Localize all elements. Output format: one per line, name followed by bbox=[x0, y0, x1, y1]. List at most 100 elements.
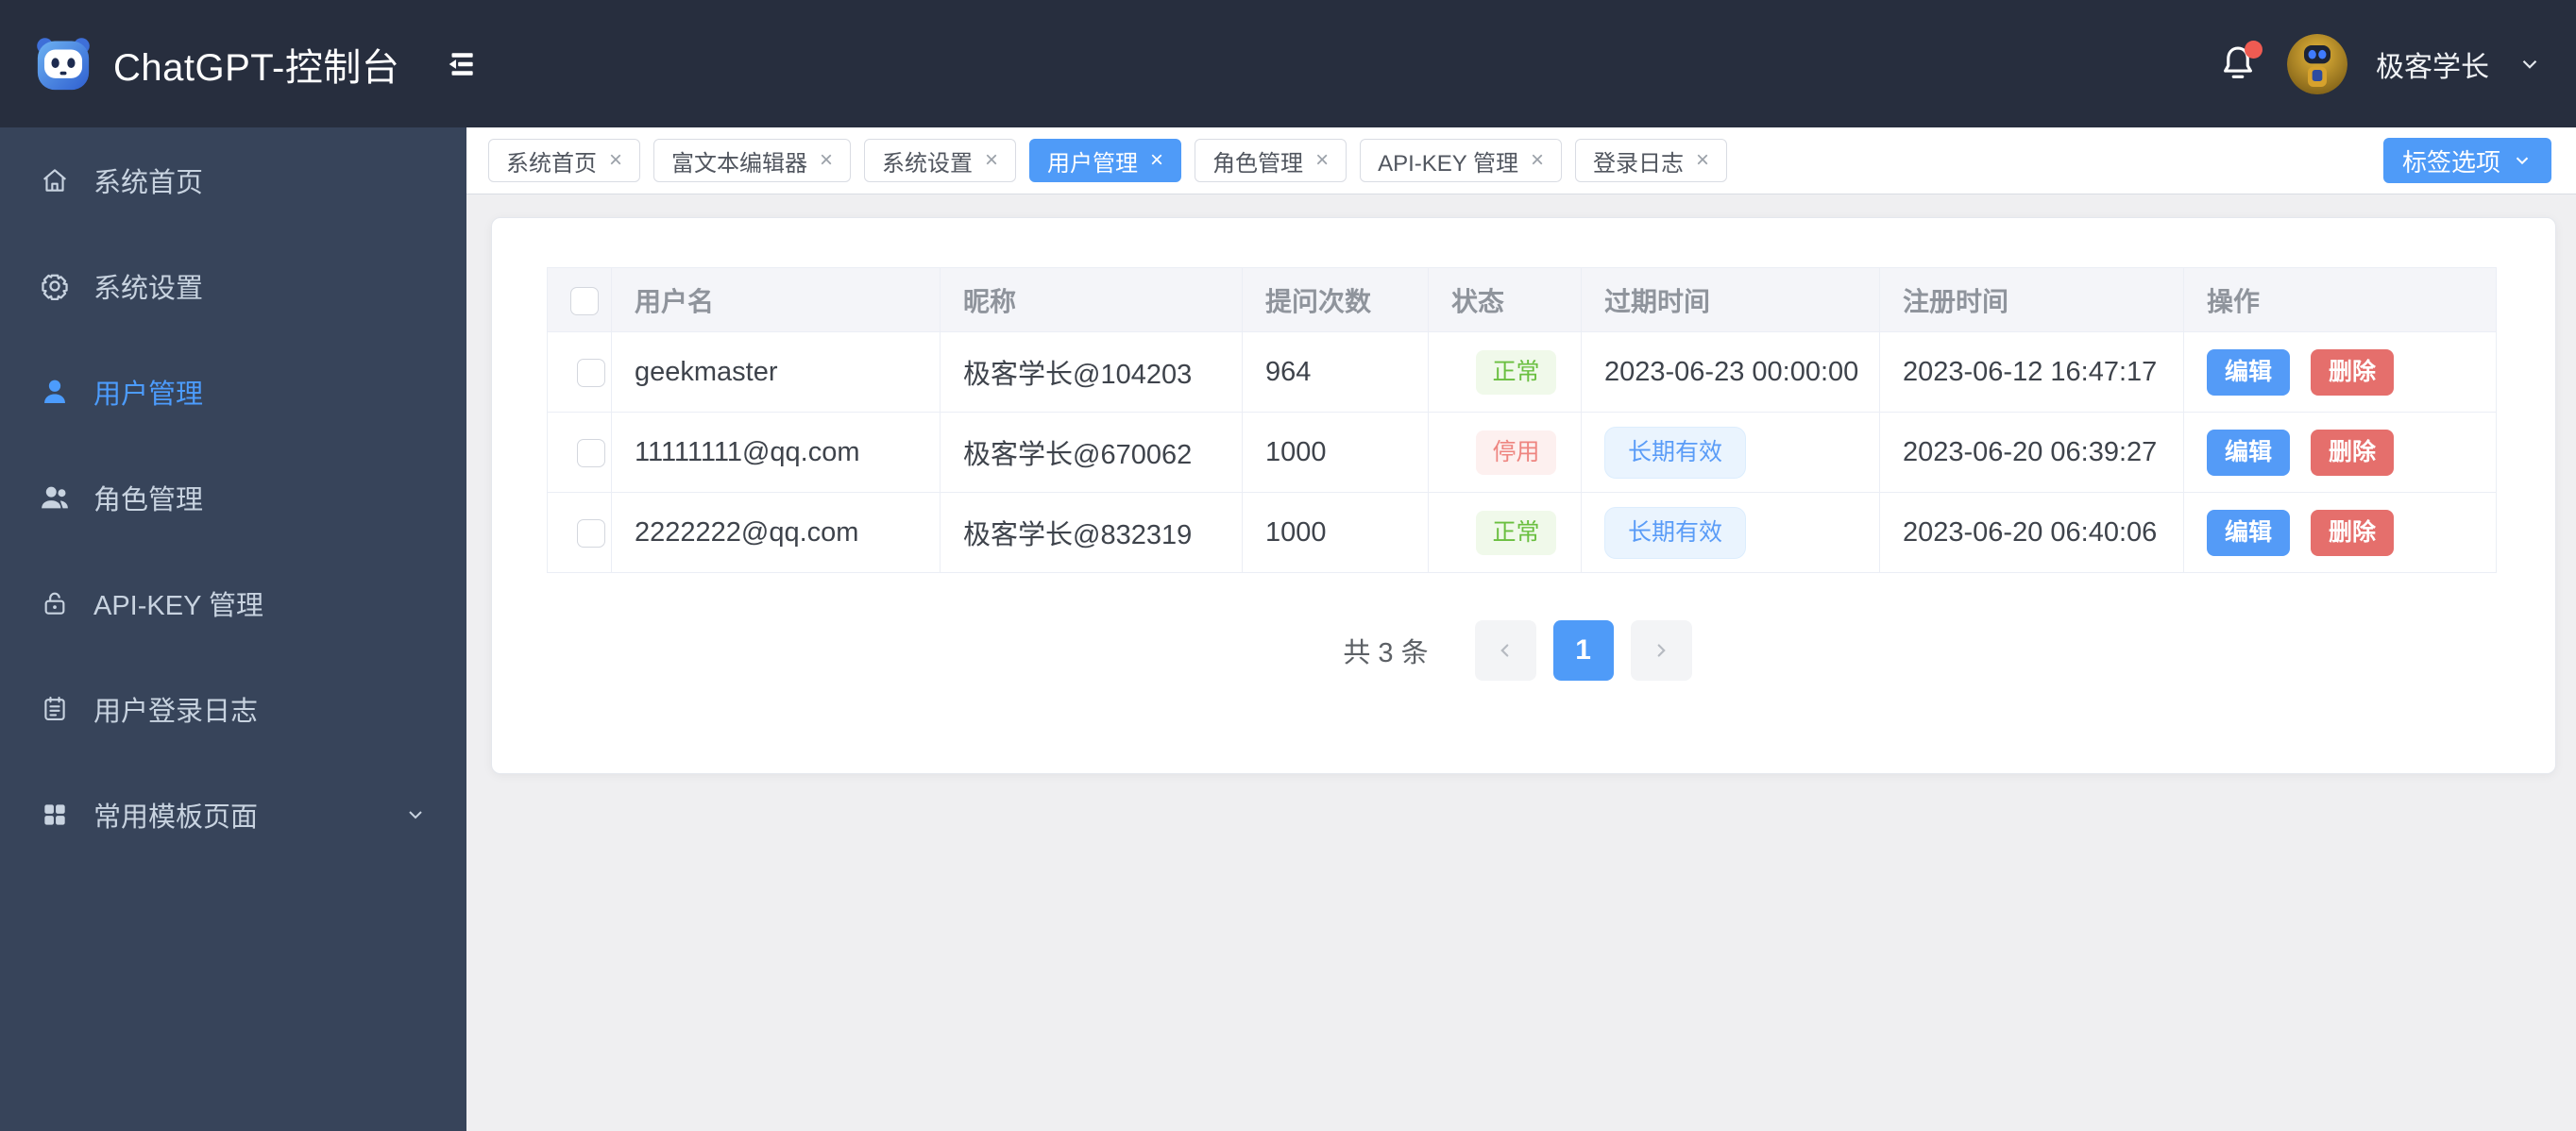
tab-label: 角色管理 bbox=[1212, 150, 1304, 177]
table-row: 2222222@qq.com 极客学长@832319 1000 正常 长期有效 … bbox=[547, 492, 2497, 573]
tab-label: 登录日志 bbox=[1593, 150, 1685, 177]
cell-registered: 2023-06-20 06:39:27 bbox=[1879, 412, 2184, 493]
tag-options-button[interactable]: 标签选项 bbox=[2382, 138, 2551, 183]
cell-nickname: 极客学长@104203 bbox=[940, 331, 1243, 413]
sidebar-item-apikey[interactable]: API-KEY 管理 bbox=[0, 550, 466, 656]
col-header-username: 用户名 bbox=[611, 267, 941, 332]
row-checkbox[interactable] bbox=[576, 358, 605, 387]
pagination-total: 共 3 条 bbox=[1343, 638, 1429, 668]
user-menu-chevron-down-icon[interactable] bbox=[2517, 52, 2542, 76]
chevron-down-icon bbox=[409, 811, 422, 819]
close-icon[interactable]: × bbox=[820, 149, 833, 172]
pagination: 共 3 条 1 bbox=[547, 620, 2497, 681]
delete-button[interactable]: 删除 bbox=[2311, 348, 2395, 396]
tab-label: 富文本编辑器 bbox=[671, 150, 808, 177]
cell-count: 1000 bbox=[1242, 412, 1429, 493]
cell-username: 2222222@qq.com bbox=[611, 492, 941, 573]
sidebar-item-label: 用户登录日志 bbox=[93, 697, 259, 727]
close-icon[interactable]: × bbox=[985, 149, 998, 172]
sidebar-item-label: API-KEY 管理 bbox=[93, 591, 263, 621]
close-icon[interactable]: × bbox=[1696, 149, 1709, 172]
topbar: ChatGPT-控制台 极客学长 bbox=[0, 0, 2576, 127]
tab-apikey-management[interactable]: API-KEY 管理 × bbox=[1360, 139, 1563, 182]
chevron-right-icon bbox=[1657, 644, 1666, 657]
main-content: 用户名 昵称 提问次数 状态 过期时间 注册时间 操作 geekmaster 极… bbox=[466, 194, 2576, 1131]
user-table: 用户名 昵称 提问次数 状态 过期时间 注册时间 操作 geekmaster 极… bbox=[547, 267, 2497, 573]
col-header-status: 状态 bbox=[1428, 267, 1582, 332]
tab-user-management[interactable]: 用户管理 × bbox=[1029, 139, 1182, 182]
col-header-expiry: 过期时间 bbox=[1581, 267, 1880, 332]
table-row: geekmaster 极客学长@104203 964 正常 2023-06-23… bbox=[547, 331, 2497, 413]
row-checkbox[interactable] bbox=[576, 518, 605, 548]
col-header-nickname: 昵称 bbox=[940, 267, 1243, 332]
sidebar-item-label: 用户管理 bbox=[93, 380, 204, 410]
next-page-button[interactable] bbox=[1630, 620, 1692, 681]
chevron-left-icon bbox=[1500, 644, 1509, 657]
row-checkbox[interactable] bbox=[576, 438, 605, 467]
grid-icon bbox=[44, 804, 65, 825]
sidebar-collapse-icon[interactable] bbox=[443, 48, 479, 80]
sidebar-item-templates[interactable]: 常用模板页面 bbox=[0, 762, 466, 868]
sidebar-item-label: 系统首页 bbox=[93, 168, 204, 198]
edit-button[interactable]: 编辑 bbox=[2207, 348, 2291, 396]
table-header-row: 用户名 昵称 提问次数 状态 过期时间 注册时间 操作 bbox=[547, 267, 2497, 332]
col-header-count: 提问次数 bbox=[1242, 267, 1429, 332]
notification-dot bbox=[2245, 40, 2262, 59]
tab-richtext-editor[interactable]: 富文本编辑器 × bbox=[653, 139, 852, 182]
tab-role-management[interactable]: 角色管理 × bbox=[1195, 139, 1347, 182]
close-icon[interactable]: × bbox=[1531, 149, 1544, 172]
tab-login-log[interactable]: 登录日志 × bbox=[1575, 139, 1728, 182]
notification-bell-icon[interactable] bbox=[2217, 40, 2262, 86]
close-icon[interactable]: × bbox=[1150, 149, 1163, 172]
cell-nickname: 极客学长@832319 bbox=[940, 492, 1243, 573]
edit-button[interactable]: 编辑 bbox=[2207, 429, 2291, 476]
status-badge: 停用 bbox=[1476, 430, 1556, 475]
table-row: 11111111@qq.com 极客学长@670062 1000 停用 长期有效… bbox=[547, 412, 2497, 493]
delete-button[interactable]: 删除 bbox=[2311, 509, 2395, 556]
sidebar: 系统首页 系统设置 用户管理 角色管理 API-KEY 管理 用户登录日志 常用… bbox=[0, 127, 466, 1131]
sidebar-item-roles[interactable]: 角色管理 bbox=[0, 445, 466, 550]
col-header-actions: 操作 bbox=[2183, 267, 2497, 332]
cell-username: 11111111@qq.com bbox=[611, 412, 941, 493]
delete-button[interactable]: 删除 bbox=[2311, 429, 2395, 476]
app-window: ChatGPT-控制台 极客学长 系统首页 系统设置 用户管理 角色管理 API… bbox=[0, 0, 2576, 1131]
tab-label: 系统设置 bbox=[882, 150, 974, 177]
cell-nickname: 极客学长@670062 bbox=[940, 412, 1243, 493]
tag-options-label: 标签选项 bbox=[2401, 147, 2500, 177]
tab-label: API-KEY 管理 bbox=[1378, 150, 1519, 177]
tabbar: 系统首页 × 富文本编辑器 × 系统设置 × 用户管理 × 角色管理 × API-KEY … bbox=[466, 127, 2576, 194]
close-icon[interactable]: × bbox=[1315, 149, 1329, 172]
gear-icon bbox=[42, 274, 68, 300]
tab-home[interactable]: 系统首页 × bbox=[488, 139, 641, 182]
sidebar-item-users[interactable]: 用户管理 bbox=[0, 339, 466, 445]
sidebar-item-label: 常用模板页面 bbox=[93, 802, 259, 833]
cell-registered: 2023-06-20 06:40:06 bbox=[1879, 492, 2184, 573]
sidebar-item-label: 角色管理 bbox=[93, 485, 204, 515]
cell-username: geekmaster bbox=[611, 331, 941, 413]
home-icon bbox=[42, 169, 67, 192]
tab-settings[interactable]: 系统设置 × bbox=[864, 139, 1017, 182]
cell-count: 964 bbox=[1242, 331, 1429, 413]
expiry-badge: 长期有效 bbox=[1604, 426, 1747, 479]
status-badge: 正常 bbox=[1476, 510, 1556, 555]
select-all-checkbox[interactable] bbox=[570, 286, 599, 315]
close-icon[interactable]: × bbox=[609, 149, 622, 172]
username[interactable]: 极客学长 bbox=[2376, 43, 2489, 85]
tab-label: 用户管理 bbox=[1047, 150, 1139, 177]
app-title: ChatGPT-控制台 bbox=[113, 46, 400, 89]
sidebar-item-home[interactable]: 系统首页 bbox=[0, 127, 466, 233]
page-number-button[interactable]: 1 bbox=[1552, 620, 1614, 681]
user-table-card: 用户名 昵称 提问次数 状态 过期时间 注册时间 操作 geekmaster 极… bbox=[491, 217, 2556, 774]
cell-registered: 2023-06-12 16:47:17 bbox=[1879, 331, 2184, 413]
prev-page-button[interactable] bbox=[1474, 620, 1536, 681]
cell-expiry: 2023-06-23 00:00:00 bbox=[1581, 331, 1880, 413]
sidebar-item-settings[interactable]: 系统设置 bbox=[0, 233, 466, 339]
topbar-right: 极客学长 bbox=[2217, 33, 2542, 94]
status-badge: 正常 bbox=[1476, 349, 1556, 395]
sidebar-item-login-log[interactable]: 用户登录日志 bbox=[0, 656, 466, 762]
edit-button[interactable]: 编辑 bbox=[2207, 509, 2291, 556]
avatar[interactable] bbox=[2287, 33, 2347, 94]
cell-count: 1000 bbox=[1242, 492, 1429, 573]
sidebar-item-label: 系统设置 bbox=[93, 274, 204, 304]
users-icon bbox=[42, 486, 68, 509]
